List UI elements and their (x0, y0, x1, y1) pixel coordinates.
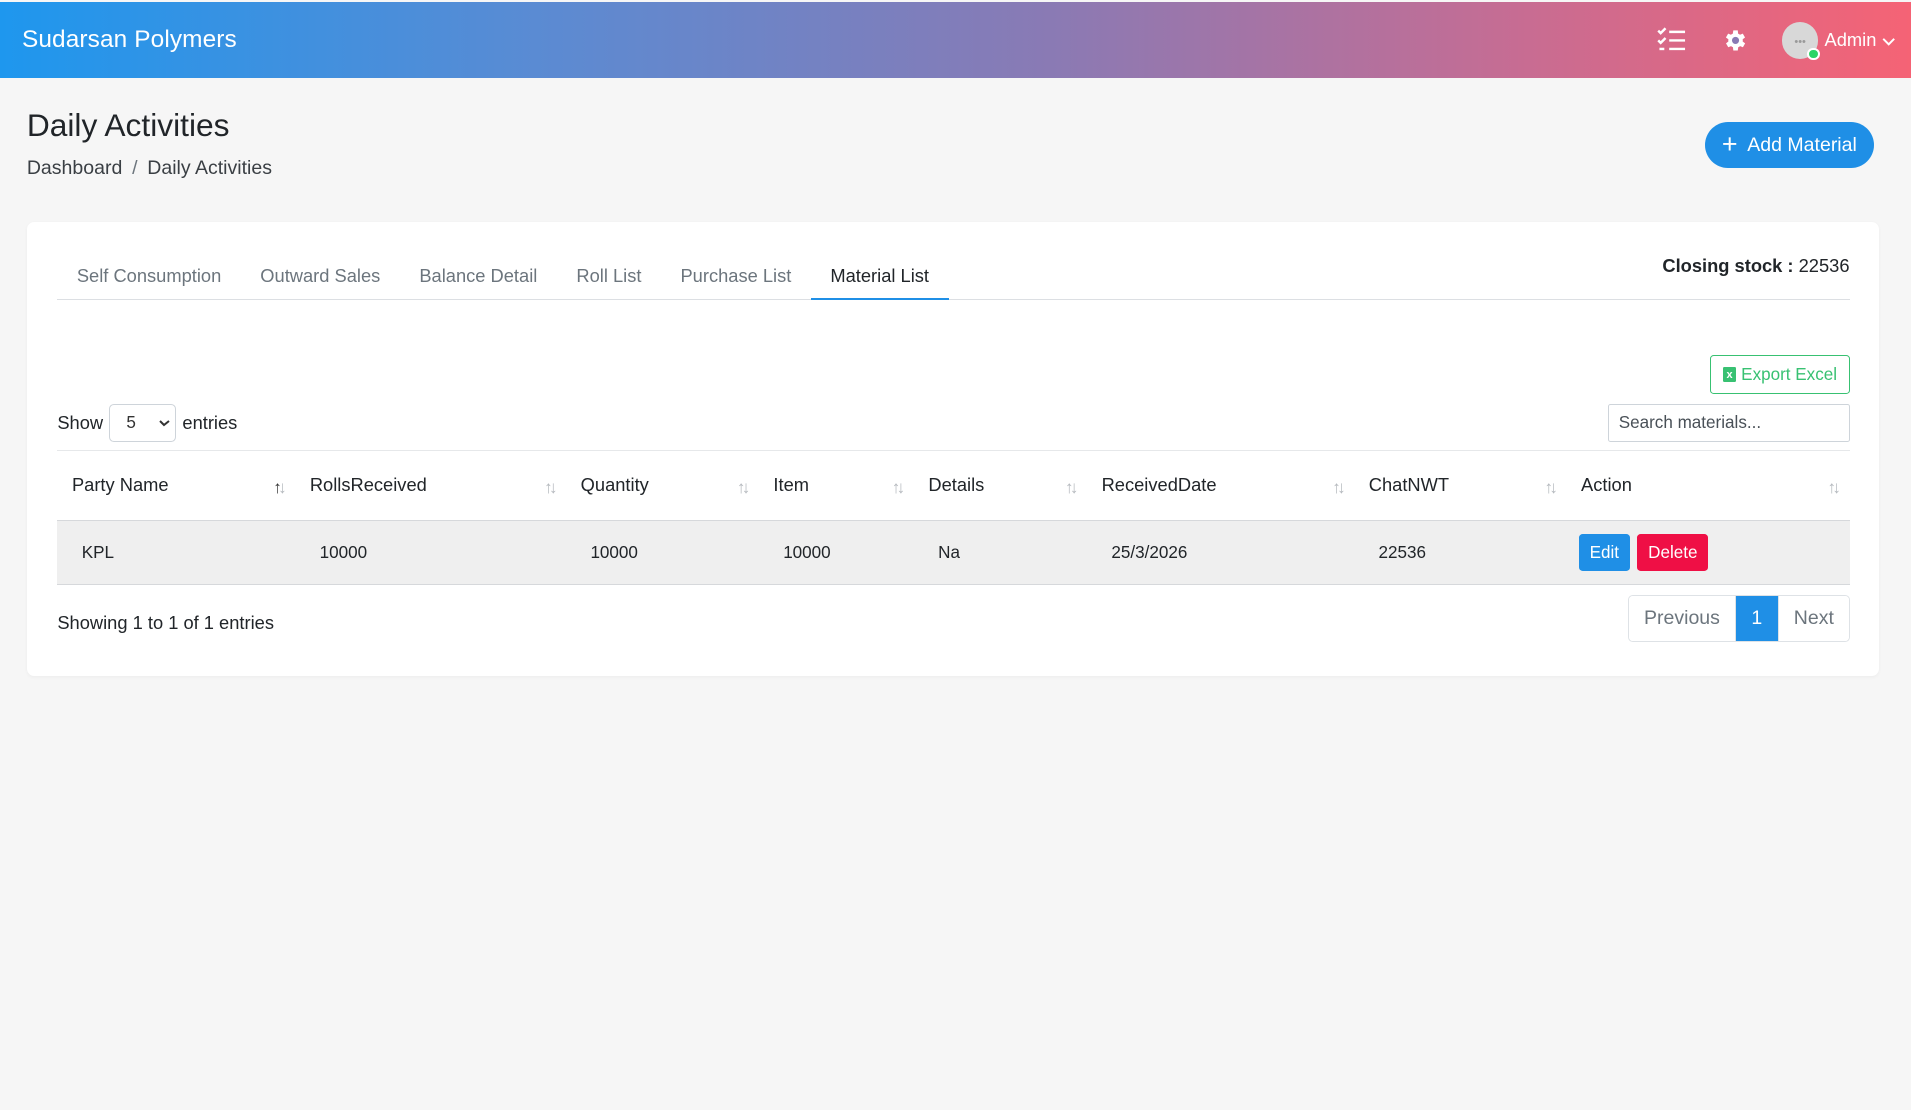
plus-icon: + (1721, 128, 1738, 159)
user-name: Admin (1824, 29, 1877, 51)
cell-action: Edit Delete (1566, 520, 1849, 585)
page-1-button[interactable]: 1 (1735, 596, 1779, 641)
cell-item: 10000 (783, 542, 831, 562)
tab-balance-detail[interactable]: Balance Detail (400, 251, 557, 300)
edit-button[interactable]: Edit (1578, 533, 1630, 572)
cell-party-name: KPL (81, 542, 114, 562)
previous-page-button[interactable]: Previous (1629, 596, 1736, 641)
breadcrumb-separator: / (132, 156, 138, 179)
checklist-icon[interactable] (1656, 24, 1688, 56)
cell-received-date: 25/3/2026 (1111, 542, 1188, 562)
tab-purchase-list[interactable]: Purchase List (661, 251, 811, 300)
col-chatnwt[interactable]: ChatNWT ↑↓ (1354, 451, 1566, 521)
chevron-down-icon (1882, 30, 1896, 53)
closing-stock: Closing stock : 22536 (1662, 255, 1849, 277)
tab-self-consumption[interactable]: Self Consumption (57, 251, 240, 300)
entries-length-control: Show 5 entries (57, 403, 238, 442)
materials-table: Party Name ↑↓ RollsReceived ↑↓ Quantity ↑↓ … (57, 450, 1850, 585)
tab-roll-list[interactable]: Roll List (557, 251, 661, 300)
table-row: KPL 10000 10000 10000 Na 25/3/2026 22536… (57, 520, 1850, 585)
content-card: Self Consumption Outward Sales Balance D… (26, 222, 1879, 676)
col-received-date[interactable]: ReceivedDate ↑↓ (1087, 451, 1354, 521)
avatar: ••• (1781, 21, 1820, 60)
sort-asc-active-icon: ↑↓ (273, 477, 286, 497)
tab-bar: Self Consumption Outward Sales Balance D… (57, 251, 1850, 301)
table-header-row: Party Name ↑↓ RollsReceived ↑↓ Quantity ↑↓ … (57, 450, 1850, 521)
col-party-name-label: Party Name (71, 474, 169, 496)
excel-file-icon: x (1722, 366, 1737, 383)
col-quantity[interactable]: Quantity ↑↓ (566, 451, 759, 521)
closing-stock-label: Closing stock : (1662, 254, 1794, 276)
next-page-button[interactable]: Next (1778, 596, 1849, 641)
sort-icon: ↑↓ (544, 477, 557, 497)
col-action-label: Action (1581, 474, 1632, 496)
search-input[interactable] (1607, 403, 1850, 442)
page-title: Daily Activities (26, 107, 230, 144)
col-rolls-received[interactable]: RollsReceived ↑↓ (295, 451, 566, 521)
col-details[interactable]: Details ↑↓ (914, 451, 1087, 521)
brand-title[interactable]: Sudarsan Polymers (22, 26, 237, 54)
show-label: Show (57, 411, 104, 433)
cell-quantity: 10000 (590, 542, 638, 562)
table-info: Showing 1 to 1 of 1 entries (57, 612, 274, 634)
add-material-label: Add Material (1747, 133, 1857, 156)
col-party-name[interactable]: Party Name ↑↓ (57, 451, 295, 521)
col-rolls-received-label: RollsReceived (309, 474, 427, 496)
sort-icon: ↑↓ (1827, 477, 1841, 497)
page: Sudarsan Polymers ••• Admin Daily Activi… (0, 2, 1911, 913)
user-menu[interactable]: ••• Admin (1781, 21, 1896, 60)
tab-material-list[interactable]: Material List (810, 251, 949, 301)
entries-label: entries (182, 411, 238, 433)
breadcrumb-current: Daily Activities (147, 156, 272, 179)
breadcrumb: Dashboard / Daily Activities (27, 157, 1884, 180)
sort-icon: ↑↓ (1332, 477, 1345, 497)
pagination: Previous 1 Next (1628, 595, 1850, 642)
sort-icon: ↑↓ (891, 477, 905, 497)
col-item-label: Item (773, 474, 810, 496)
tab-outward-sales[interactable]: Outward Sales (241, 251, 400, 300)
entries-select[interactable]: 5 (109, 403, 177, 442)
col-quantity-label: Quantity (580, 474, 649, 496)
col-chatnwt-label: ChatNWT (1368, 474, 1450, 496)
page-header: Daily Activities Dashboard / Daily Activ… (0, 78, 1911, 222)
col-received-date-label: ReceivedDate (1101, 474, 1217, 496)
add-material-button[interactable]: + Add Material (1704, 121, 1874, 169)
online-status-indicator (1807, 47, 1820, 60)
col-item[interactable]: Item ↑↓ (759, 451, 914, 521)
col-action[interactable]: Action ↑↓ (1566, 451, 1849, 521)
export-excel-button[interactable]: x Export Excel (1710, 355, 1850, 395)
sort-icon: ↑↓ (1544, 477, 1557, 497)
gear-icon[interactable] (1718, 24, 1750, 56)
sort-icon: ↑↓ (1065, 477, 1078, 497)
export-excel-label: Export Excel (1741, 364, 1838, 384)
cell-rolls-received: 10000 (319, 542, 368, 562)
cell-chatnwt: 22536 (1378, 542, 1427, 562)
cell-details: Na (938, 542, 960, 562)
avatar-placeholder-icon: ••• (1794, 35, 1806, 48)
delete-button[interactable]: Delete (1637, 533, 1709, 572)
navbar-actions: ••• Admin (1626, 21, 1896, 60)
breadcrumb-dashboard[interactable]: Dashboard (27, 157, 122, 180)
top-navbar: Sudarsan Polymers ••• Admin (0, 2, 1911, 79)
col-details-label: Details (928, 474, 985, 496)
sort-icon: ↑↓ (736, 477, 750, 497)
closing-stock-value: 22536 (1798, 254, 1850, 276)
